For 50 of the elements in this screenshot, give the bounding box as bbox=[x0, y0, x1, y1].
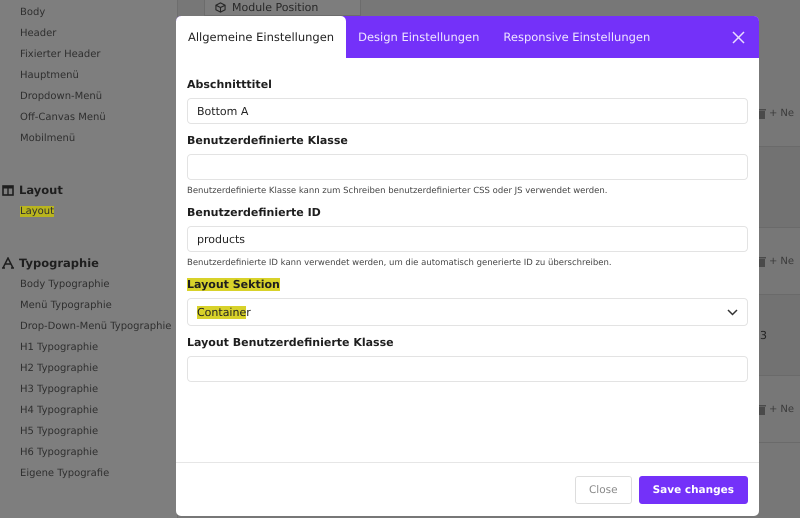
sidebar-item[interactable]: Body bbox=[20, 7, 46, 18]
sidebar-item[interactable]: Dropdown-Menü bbox=[20, 91, 102, 102]
letter-icon bbox=[2, 257, 14, 269]
sidebar-item[interactable]: Layout bbox=[20, 206, 54, 217]
help-text: Benutzerdefinierte ID kann verwendet werden, um die automatisch generierte ID zu überschreiben. bbox=[187, 258, 613, 268]
input-field[interactable] bbox=[187, 154, 748, 180]
sidebar-item[interactable]: H2 Typographie bbox=[20, 363, 98, 374]
close-icon[interactable] bbox=[732, 30, 745, 44]
chevron-icon bbox=[727, 308, 738, 316]
sidebar-heading: Layout bbox=[19, 183, 63, 197]
sidebar-item[interactable]: Drop-Down-Menü Typographie bbox=[20, 321, 172, 332]
sidebar-item[interactable]: Header bbox=[20, 28, 56, 39]
sidebar-item[interactable]: H3 Typographie bbox=[20, 384, 98, 395]
field-label: Layout Sektion bbox=[187, 278, 280, 291]
input-field[interactable]: products bbox=[187, 226, 748, 252]
sidebar-item[interactable]: H6 Typographie bbox=[20, 447, 98, 458]
tab[interactable]: Allgemeine Einstellungen bbox=[176, 16, 346, 58]
module-title: Module Position bbox=[232, 1, 318, 14]
sidebar-item[interactable]: Fixierter Header bbox=[20, 49, 101, 60]
input-field[interactable] bbox=[187, 356, 748, 382]
field-label: Abschnitttitel bbox=[187, 78, 272, 91]
sidebar-item[interactable]: Eigene Typografie bbox=[20, 468, 110, 479]
close-button[interactable]: Close bbox=[574, 476, 632, 504]
card-text: 3 bbox=[759, 328, 767, 342]
cube-icon bbox=[215, 2, 226, 13]
sidebar-item[interactable]: H5 Typographie bbox=[20, 426, 98, 437]
field-label: Benutzerdefinierte Klasse bbox=[187, 134, 348, 147]
sidebar-item[interactable]: Hauptmenü bbox=[20, 70, 79, 81]
field-label: Benutzerdefinierte ID bbox=[187, 206, 321, 219]
new-link[interactable]: Ne bbox=[780, 108, 794, 118]
tab[interactable]: Responsive Einstellungen bbox=[491, 16, 662, 58]
sidebar-item[interactable]: Mobilmenü bbox=[20, 133, 76, 144]
field-label: Layout Benutzerdefinierte Klasse bbox=[187, 336, 394, 349]
save-button[interactable]: Save changes bbox=[638, 476, 748, 504]
sidebar-heading: Typographie bbox=[19, 256, 99, 270]
sidebar-item[interactable]: H4 Typographie bbox=[20, 405, 98, 416]
sidebar-item[interactable]: Menü Typographie bbox=[20, 300, 112, 311]
tab[interactable]: Design Einstellungen bbox=[346, 16, 492, 58]
columns-icon bbox=[2, 184, 14, 196]
input-field[interactable]: Bottom A bbox=[187, 98, 748, 124]
sidebar-item[interactable]: H1 Typographie bbox=[20, 342, 98, 353]
plus-sign[interactable]: + bbox=[769, 108, 778, 118]
new-link[interactable]: Ne bbox=[780, 404, 794, 414]
new-link[interactable]: Ne bbox=[780, 256, 794, 266]
sidebar-item[interactable]: Off-Canvas Menü bbox=[20, 112, 106, 123]
sidebar-item[interactable]: Body Typographie bbox=[20, 279, 110, 290]
plus-sign[interactable]: + bbox=[769, 404, 778, 414]
plus-sign[interactable]: + bbox=[769, 256, 778, 266]
select-field[interactable]: Container bbox=[187, 298, 748, 326]
help-text: Benutzerdefinierte Klasse kann zum Schreiben benutzerdefinierter CSS oder JS verwendet werden. bbox=[187, 186, 608, 196]
